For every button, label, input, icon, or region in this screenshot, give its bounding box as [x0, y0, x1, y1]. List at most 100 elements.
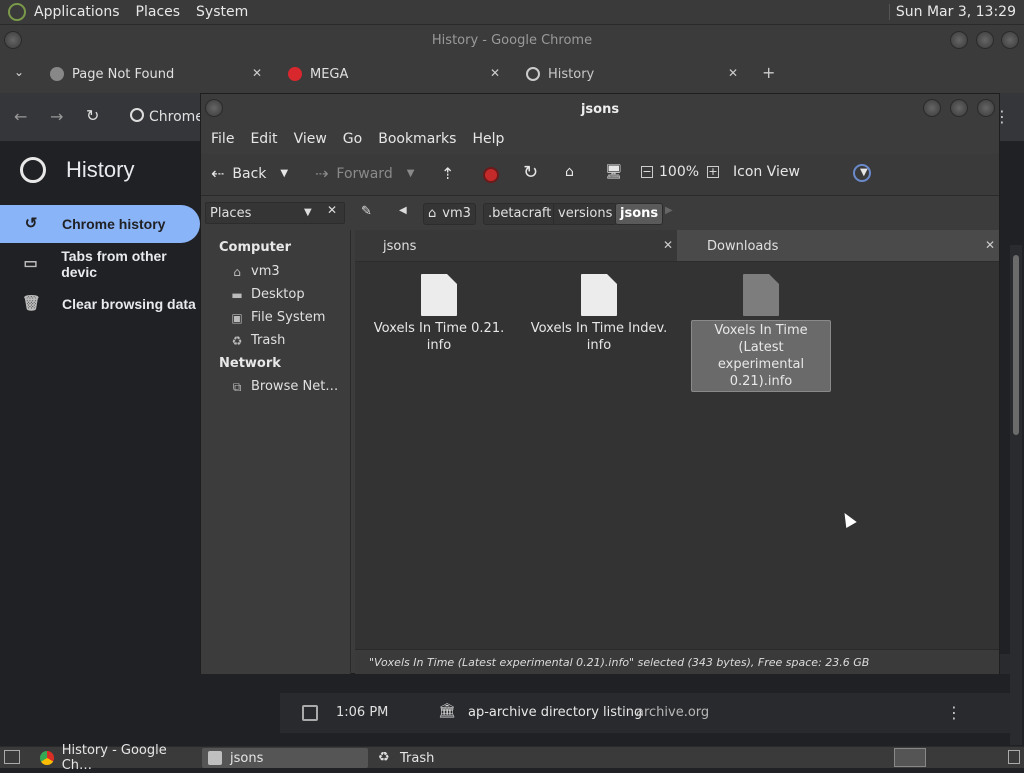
distro-logo-icon[interactable]	[8, 3, 26, 21]
taskbar: History - Google Ch… jsons ♻ Trash	[0, 743, 1024, 773]
window-menu-button[interactable]	[205, 99, 223, 117]
reload-icon[interactable]: ↻	[523, 162, 538, 183]
pane-tab-label: Downloads	[707, 239, 779, 254]
back-button[interactable]: ⇠ Back ▼	[211, 164, 288, 183]
minimize-button[interactable]	[923, 99, 941, 117]
maximize-button[interactable]	[950, 99, 968, 117]
maximize-button[interactable]	[976, 31, 994, 49]
up-arrow-icon[interactable]: ⇡	[441, 164, 454, 183]
taskbar-item-chrome[interactable]: History - Google Ch…	[34, 743, 198, 773]
back-history-dropdown-icon[interactable]: ▼	[280, 168, 288, 179]
menu-applications[interactable]: Applications	[34, 4, 120, 20]
places-select-label: Places	[210, 206, 252, 221]
pane-tab-jsons[interactable]: jsons ✕	[355, 230, 677, 262]
file-name: Voxels In Time (Latest experimental 0.21…	[691, 320, 831, 392]
places-item-browse-network[interactable]: ⧉ Browse Net…	[229, 379, 339, 394]
omnibox[interactable]: Chrome	[149, 109, 204, 125]
path-scroll-left-icon[interactable]: ◀	[399, 205, 407, 216]
sidebar-item-clear-browsing-data[interactable]: 🗑 Clear browsing data	[0, 285, 200, 323]
close-button[interactable]	[1001, 31, 1019, 49]
breadcrumb-betacraft[interactable]: .betacraft	[483, 203, 557, 225]
tab-close-icon[interactable]: ✕	[252, 66, 262, 80]
clock[interactable]: Sun Mar 3, 13:29	[888, 4, 1016, 20]
tab-history[interactable]: History ✕	[516, 59, 742, 89]
view-mode-select[interactable]: Icon View ▼	[733, 164, 868, 180]
tab-label: History	[548, 66, 595, 82]
document-icon	[421, 274, 457, 316]
menu-file[interactable]: File	[211, 131, 234, 147]
sidebar-item-chrome-history[interactable]: ↺ Chrome history	[0, 205, 200, 243]
new-tab-plus-icon[interactable]: +	[762, 63, 775, 82]
breadcrumb-jsons[interactable]: jsons	[615, 203, 664, 225]
places-select[interactable]: Places ▼	[205, 202, 345, 224]
computer-icon[interactable]: 🖥	[605, 164, 623, 180]
more-vert-icon[interactable]: ⋮	[946, 703, 962, 722]
breadcrumb-versions[interactable]: versions	[553, 203, 618, 225]
search-icon[interactable]	[853, 164, 871, 182]
window-menu-button[interactable]	[4, 31, 22, 49]
show-desktop-icon[interactable]	[4, 750, 20, 764]
trash-applet-icon[interactable]	[1008, 750, 1020, 764]
devices-icon: ▭	[23, 255, 38, 272]
menu-bookmarks[interactable]: Bookmarks	[378, 131, 456, 147]
places-item-vm3[interactable]: ⌂ vm3	[229, 264, 280, 279]
minimize-button[interactable]	[950, 31, 968, 49]
close-button[interactable]	[977, 99, 995, 117]
tab-close-icon[interactable]: ✕	[728, 66, 738, 80]
reload-icon[interactable]: ↻	[86, 106, 99, 125]
path-scroll-right-icon[interactable]: ▶	[665, 205, 673, 216]
drive-icon: ▣	[231, 310, 243, 325]
file-item[interactable]: Voxels In Time 0.21. info	[369, 274, 509, 354]
history-row-time: 1:06 PM	[336, 705, 389, 720]
stop-icon[interactable]	[483, 167, 499, 183]
tab-page-not-found[interactable]: Page Not Found ✕	[40, 59, 266, 89]
tab-mega[interactable]: MEGA ✕	[278, 59, 504, 89]
close-sidebar-icon[interactable]: ✕	[327, 203, 337, 217]
forward-button[interactable]: ⇢ Forward ▼	[315, 164, 414, 183]
chrome-history-sidebar: History ↺ Chrome history ▭ Tabs from oth…	[0, 141, 200, 746]
history-row-title[interactable]: ap-archive directory listing	[468, 705, 642, 720]
history-row-ap-archive[interactable]: 1:06 PM 🏛 ap-archive directory listing a…	[280, 693, 1010, 733]
page-title: History	[66, 157, 135, 182]
forward-arrow-icon[interactable]: →	[50, 107, 63, 126]
menu-places[interactable]: Places	[136, 4, 181, 20]
history-icon	[526, 67, 540, 81]
places-item-label: Trash	[251, 333, 286, 348]
menu-view[interactable]: View	[294, 131, 327, 147]
file-view-area[interactable]: jsons ✕ Downloads ✕ Voxels In Time 0.21.…	[355, 230, 999, 649]
edit-location-icon[interactable]: ✎	[361, 204, 372, 219]
places-item-desktop[interactable]: ▬ Desktop	[229, 287, 304, 302]
workspace-switcher[interactable]	[894, 748, 926, 767]
view-mode-label: Icon View	[733, 164, 800, 180]
places-item-label: File System	[251, 310, 326, 325]
places-item-label: vm3	[251, 264, 280, 279]
taskbar-item-jsons[interactable]: jsons	[202, 748, 368, 768]
document-icon	[581, 274, 617, 316]
zoom-out-icon[interactable]: −	[641, 166, 653, 178]
menu-help[interactable]: Help	[472, 131, 504, 147]
zoom-control[interactable]: − 100% +	[641, 164, 720, 180]
file-item[interactable]: Voxels In Time Indev. info	[529, 274, 669, 354]
status-bar: "Voxels In Time (Latest experimental 0.2…	[355, 649, 999, 674]
taskbar-item-trash[interactable]: ♻ Trash	[372, 748, 536, 768]
home-folder-icon[interactable]: ⌂	[565, 164, 574, 180]
scrollbar-thumb[interactable]	[1013, 255, 1019, 435]
tab-close-icon[interactable]: ✕	[490, 66, 500, 80]
chrome-scrollbar[interactable]	[1010, 245, 1022, 745]
pane-tab-downloads[interactable]: Downloads ✕	[677, 230, 999, 262]
menu-system[interactable]: System	[196, 4, 248, 20]
forward-history-dropdown-icon[interactable]: ▼	[407, 168, 415, 179]
places-item-trash[interactable]: ♻ Trash	[229, 333, 286, 348]
history-row-checkbox[interactable]	[302, 705, 318, 721]
zoom-in-icon[interactable]: +	[707, 166, 720, 178]
menu-go[interactable]: Go	[343, 131, 362, 147]
file-item-selected[interactable]: Voxels In Time (Latest experimental 0.21…	[691, 274, 831, 392]
sidebar-item-tabs-other-devices[interactable]: ▭ Tabs from other devic	[0, 245, 200, 283]
menu-edit[interactable]: Edit	[250, 131, 277, 147]
places-item-file-system[interactable]: ▣ File System	[229, 310, 325, 325]
pane-close-icon[interactable]: ✕	[663, 238, 673, 252]
pane-close-icon[interactable]: ✕	[985, 238, 995, 252]
back-arrow-icon[interactable]: ←	[14, 107, 27, 126]
breadcrumb-vm3[interactable]: ⌂ vm3	[423, 203, 476, 225]
tab-search-chevron-icon[interactable]: ⌄	[14, 65, 24, 79]
